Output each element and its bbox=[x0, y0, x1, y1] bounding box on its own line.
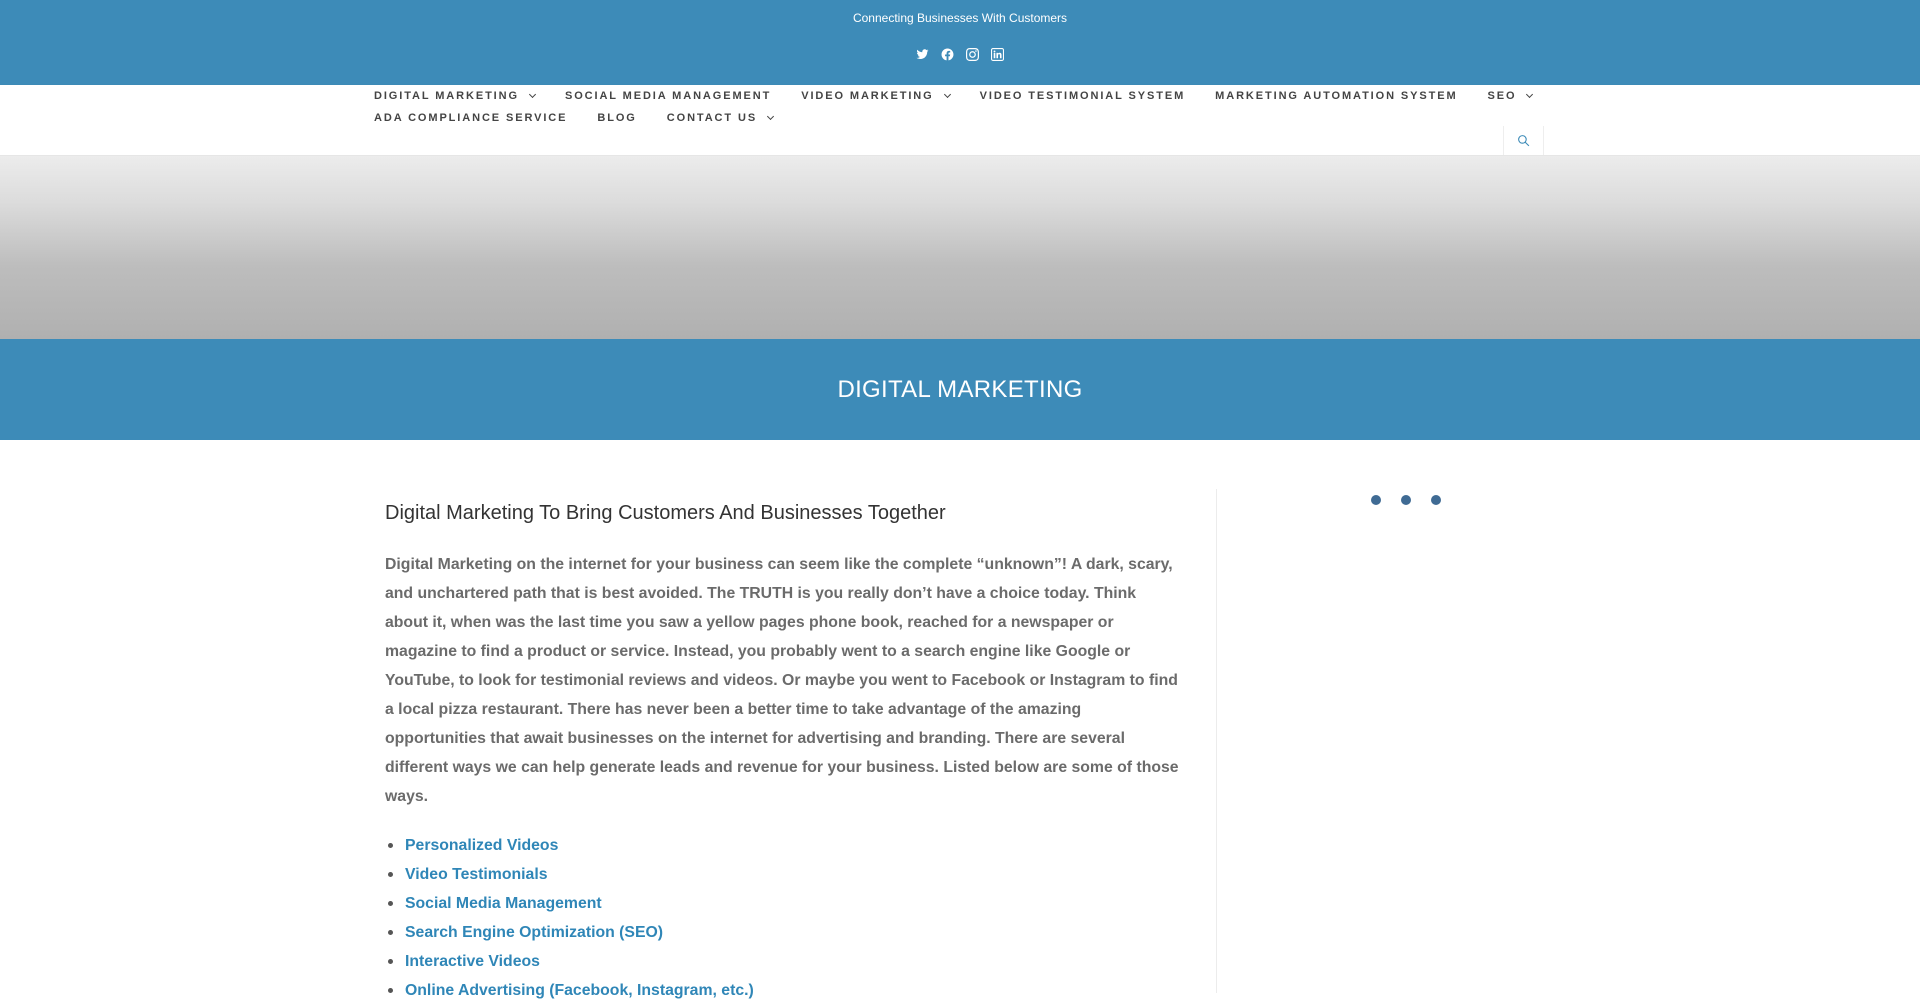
nav-item-digital-marketing[interactable]: DIGITAL MARKETING bbox=[374, 89, 536, 103]
intro-paragraph: Digital Marketing on the internet for yo… bbox=[385, 556, 1179, 805]
facebook-icon[interactable] bbox=[941, 48, 954, 61]
twitter-icon[interactable] bbox=[916, 48, 929, 61]
chevron-down-icon bbox=[1526, 90, 1534, 99]
bullet bbox=[388, 843, 393, 848]
page-title: DIGITAL MARKETING bbox=[837, 376, 1083, 403]
content-heading: Digital Marketing To Bring Customers And… bbox=[385, 502, 946, 524]
nav-item-blog[interactable]: BLOG bbox=[597, 111, 636, 125]
nav-item-social-media-management[interactable]: SOCIAL MEDIA MANAGEMENT bbox=[565, 89, 771, 103]
bullet bbox=[388, 930, 393, 935]
service-link-seo[interactable]: Search Engine Optimization (SEO) bbox=[405, 924, 663, 941]
nav-item-label: CONTACT US bbox=[666, 112, 758, 124]
nav-item-label: SOCIAL MEDIA MANAGEMENT bbox=[564, 90, 772, 102]
top-bar: Connecting Businesses With Customers bbox=[0, 0, 1920, 85]
list-item: Video Testimonials bbox=[385, 860, 1180, 889]
services-list: Personalized Videos Video Testimonials S… bbox=[385, 831, 1180, 1005]
sidebar-divider bbox=[1216, 489, 1217, 993]
chevron-down-icon bbox=[528, 90, 536, 99]
social-links bbox=[0, 48, 1920, 61]
loader-dot bbox=[1431, 495, 1441, 505]
hero-banner bbox=[0, 156, 1920, 339]
service-link-online-advertising[interactable]: Online Advertising (Facebook, Instagram,… bbox=[405, 982, 754, 999]
list-item: Personalized Videos bbox=[385, 831, 1180, 860]
nav-row-2: ADA COMPLIANCE SERVICE BLOG CONTACT US bbox=[374, 111, 803, 125]
service-link-video-testimonials[interactable]: Video Testimonials bbox=[405, 866, 548, 883]
nav-row-1: DIGITAL MARKETING SOCIAL MEDIA MANAGEMEN… bbox=[374, 89, 1562, 103]
nav-item-label: BLOG bbox=[597, 112, 637, 124]
nav-item-video-testimonial-system[interactable]: VIDEO TESTIMONIAL SYSTEM bbox=[980, 89, 1186, 103]
chevron-down-icon bbox=[943, 90, 951, 99]
bullet bbox=[388, 901, 393, 906]
main-navigation: DIGITAL MARKETING SOCIAL MEDIA MANAGEMEN… bbox=[0, 85, 1920, 156]
list-item: Search Engine Optimization (SEO) bbox=[385, 918, 1180, 947]
bullet bbox=[388, 872, 393, 877]
loading-indicator bbox=[1371, 495, 1441, 505]
instagram-icon[interactable] bbox=[966, 48, 979, 61]
nav-item-label: SEO bbox=[1487, 90, 1517, 102]
nav-item-marketing-automation-system[interactable]: MARKETING AUTOMATION SYSTEM bbox=[1215, 89, 1457, 103]
search-button[interactable] bbox=[1503, 126, 1544, 155]
nav-item-seo[interactable]: SEO bbox=[1487, 89, 1534, 103]
main-content: Digital Marketing To Bring Customers And… bbox=[385, 490, 1180, 1005]
service-link-social-media-management[interactable]: Social Media Management bbox=[405, 895, 602, 912]
chevron-down-icon bbox=[767, 112, 775, 121]
list-item: Online Advertising (Facebook, Instagram,… bbox=[385, 976, 1180, 1005]
bullet bbox=[388, 988, 393, 993]
nav-item-contact-us[interactable]: CONTACT US bbox=[666, 111, 775, 125]
linkedin-icon[interactable] bbox=[991, 48, 1004, 61]
list-item: Interactive Videos bbox=[385, 947, 1180, 976]
nav-item-label: VIDEO MARKETING bbox=[801, 90, 934, 102]
loader-dot bbox=[1401, 495, 1411, 505]
site-tagline: Connecting Businesses With Customers bbox=[852, 11, 1068, 25]
nav-item-label: MARKETING AUTOMATION SYSTEM bbox=[1215, 90, 1458, 102]
loader-dot bbox=[1371, 495, 1381, 505]
nav-item-ada-compliance-service[interactable]: ADA COMPLIANCE SERVICE bbox=[374, 111, 567, 125]
list-item: Social Media Management bbox=[385, 889, 1180, 918]
nav-item-label: ADA COMPLIANCE SERVICE bbox=[374, 112, 568, 124]
nav-item-label: DIGITAL MARKETING bbox=[374, 90, 519, 102]
bullet bbox=[388, 959, 393, 964]
search-icon bbox=[1518, 135, 1530, 147]
page-header-band: DIGITAL MARKETING bbox=[0, 339, 1920, 440]
service-link-personalized-videos[interactable]: Personalized Videos bbox=[405, 837, 558, 854]
nav-item-video-marketing[interactable]: VIDEO MARKETING bbox=[801, 89, 951, 103]
service-link-interactive-videos[interactable]: Interactive Videos bbox=[405, 953, 540, 970]
nav-item-label: VIDEO TESTIMONIAL SYSTEM bbox=[979, 90, 1186, 102]
